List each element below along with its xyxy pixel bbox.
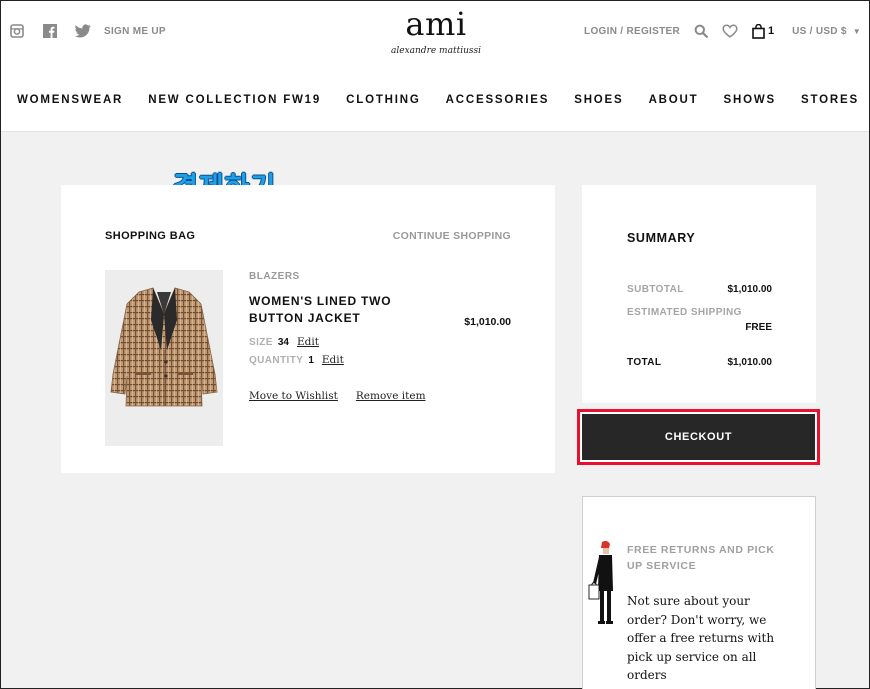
edit-size-link[interactable]: Edit <box>297 336 319 348</box>
move-to-wishlist-link[interactable]: Move to Wishlist <box>249 390 338 402</box>
bag-count: 1 <box>767 25 775 37</box>
currency-label: US / USD $ <box>792 25 847 37</box>
quantity-label: QUANTITY <box>249 355 304 366</box>
nav-stores[interactable]: STORES <box>801 94 859 106</box>
remove-item-link[interactable]: Remove item <box>356 390 426 402</box>
blazer-image <box>110 287 218 407</box>
subtotal-value: $1,010.00 <box>727 284 773 295</box>
nav-shoes[interactable]: SHOES <box>574 94 623 106</box>
checkout-highlight: CHECKOUT <box>577 409 820 465</box>
quantity-value: 1 <box>308 355 314 366</box>
login-register-link[interactable]: LOGIN / REGISTER <box>584 26 680 37</box>
size-label: SIZE <box>249 337 273 348</box>
product-image[interactable] <box>105 270 223 446</box>
quantity-row: QUANTITY 1 Edit <box>249 354 344 366</box>
shopping-bag-panel: SHOPPING BAG CONTINUE SHOPPING BLAZERS W… <box>61 185 555 473</box>
product-price: $1,010.00 <box>464 316 511 328</box>
nav-womenswear[interactable]: WOMENSWEAR <box>17 94 123 106</box>
currency-selector[interactable]: US / USD $ ▼ <box>792 26 861 37</box>
subtotal-row: SUBTOTAL $1,010.00 <box>627 284 772 295</box>
shipping-value: FREE <box>745 322 772 333</box>
free-returns-title: FREE RETURNS AND PICK UP SERVICE <box>627 544 775 572</box>
free-returns-text: Not sure about your order? Don't worry, … <box>627 594 775 682</box>
size-value: 34 <box>277 337 289 348</box>
heart-icon[interactable] <box>722 22 738 40</box>
total-value: $1,010.00 <box>727 357 773 368</box>
search-icon[interactable] <box>694 22 708 40</box>
main-nav: WOMENSWEAR NEW COLLECTION FW19 CLOTHING … <box>17 94 859 106</box>
nav-clothing[interactable]: CLOTHING <box>346 94 420 106</box>
product-category: BLAZERS <box>249 271 300 282</box>
size-row: SIZE 34 Edit <box>249 336 319 348</box>
delivery-person-illustration <box>588 540 613 624</box>
item-actions: Move to Wishlist Remove item <box>249 390 444 402</box>
summary-title: SUMMARY <box>627 231 696 245</box>
nav-accessories[interactable]: ACCESSORIES <box>446 94 550 106</box>
logo-subtitle: alexandre mattiussi <box>391 46 481 56</box>
shipping-row: ESTIMATED SHIPPING <box>627 307 772 318</box>
shopping-bag-title: SHOPPING BAG <box>105 230 196 242</box>
shopping-bag-icon[interactable]: 1 <box>752 22 774 40</box>
total-row: TOTAL $1,010.00 <box>627 357 772 368</box>
total-label: TOTAL <box>627 357 662 368</box>
product-name[interactable]: WOMEN'S LINED TWO BUTTON JACKET <box>249 293 429 327</box>
nav-new-collection[interactable]: NEW COLLECTION FW19 <box>148 94 321 106</box>
account-bar: LOGIN / REGISTER 1 US / USD $ ▼ <box>584 22 861 40</box>
nav-shows[interactable]: SHOWS <box>724 94 776 106</box>
free-returns-panel: FREE RETURNS AND PICK UP SERVICE Not sur… <box>582 496 816 689</box>
shipping-label: ESTIMATED SHIPPING <box>627 307 742 318</box>
order-summary-panel: SUMMARY SUBTOTAL $1,010.00 ESTIMATED SHI… <box>582 185 816 403</box>
checkout-button[interactable]: CHECKOUT <box>582 414 815 460</box>
nav-about[interactable]: ABOUT <box>649 94 699 106</box>
edit-quantity-link[interactable]: Edit <box>322 354 344 366</box>
site-header: SIGN ME UP ami alexandre mattiussi LOGIN… <box>1 1 869 132</box>
continue-shopping-link[interactable]: CONTINUE SHOPPING <box>393 230 511 242</box>
chevron-down-icon: ▼ <box>852 26 861 36</box>
subtotal-label: SUBTOTAL <box>627 284 684 295</box>
